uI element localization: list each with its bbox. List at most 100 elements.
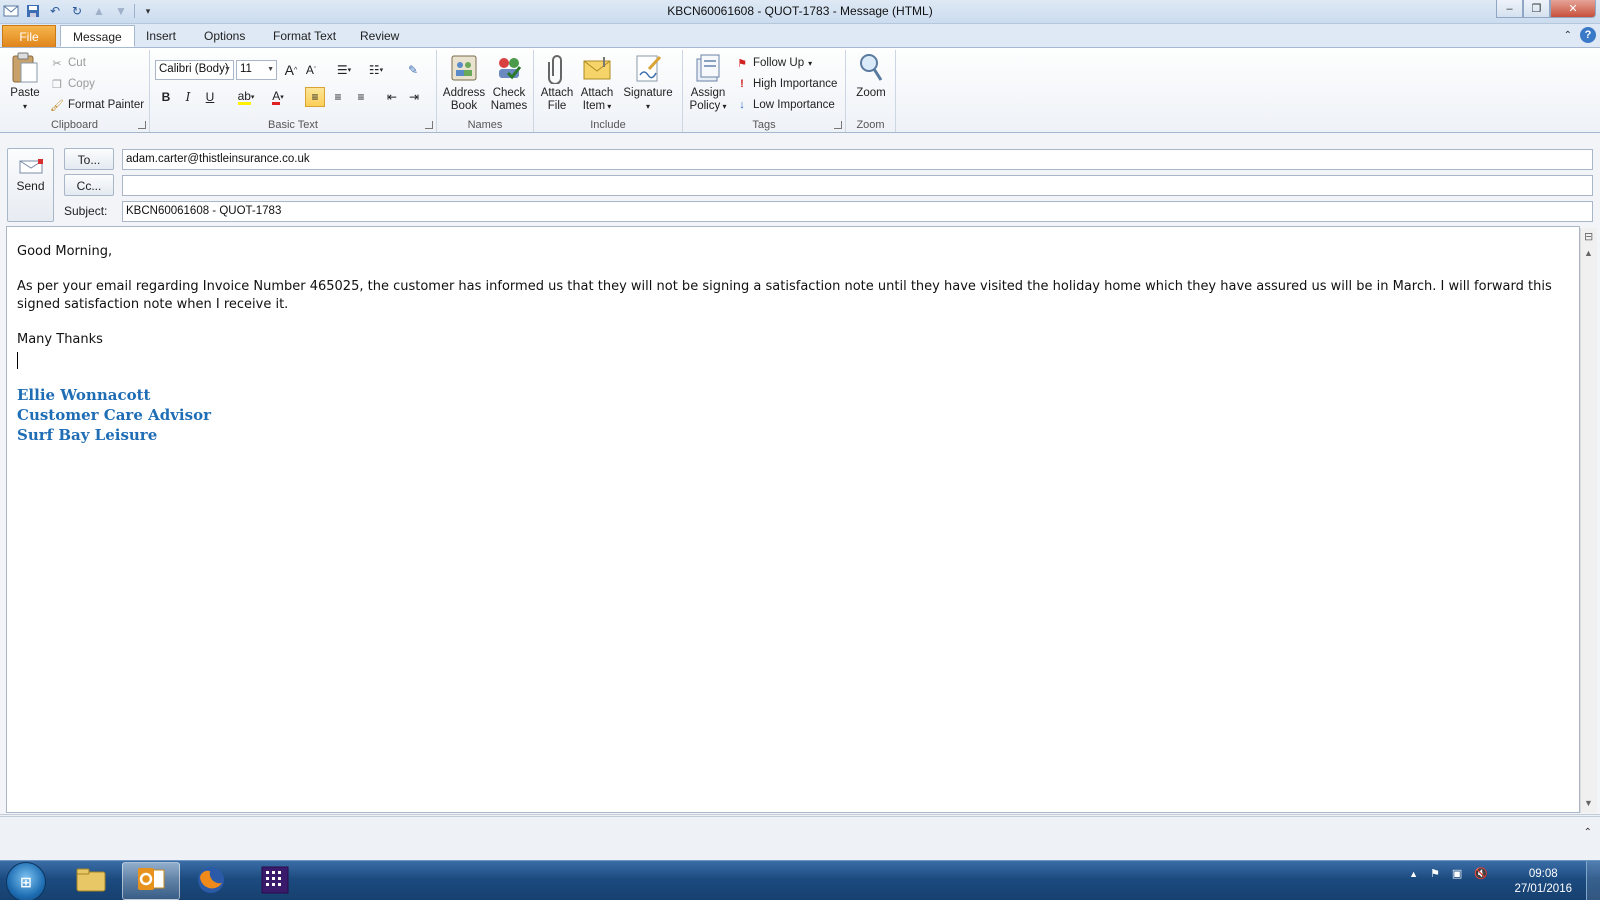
network-icon[interactable]: ▣	[1452, 867, 1462, 880]
chevron-down-icon: ▼	[224, 66, 231, 73]
font-color-button[interactable]: A ▾	[264, 87, 292, 107]
paste-button[interactable]: Paste ▾	[6, 52, 44, 113]
ruler-toggle-icon[interactable]: ⊟	[1584, 230, 1593, 243]
font-size-combo[interactable]: 11 ▼	[236, 60, 277, 80]
bullet-list-icon: ☰	[336, 63, 348, 77]
send-icon	[18, 159, 44, 175]
font-color-icon: A	[272, 88, 281, 105]
scroll-down-icon[interactable]: ▼	[1584, 798, 1593, 808]
styles-button[interactable]: ✎	[403, 60, 423, 80]
increase-indent-button[interactable]: ⇥	[404, 87, 424, 107]
highlight-button[interactable]: ab ▾	[231, 87, 261, 107]
signature-title: Customer Care Advisor	[17, 406, 211, 424]
align-left-icon: ≡	[311, 90, 319, 104]
low-importance-label: Low Importance	[753, 99, 835, 111]
system-tray: ▲ ⚑ ▣ 🔇	[1409, 867, 1488, 880]
start-button[interactable]: ⊞	[6, 862, 46, 900]
check-names-icon	[493, 52, 525, 84]
help-icon[interactable]: ?	[1580, 27, 1596, 43]
address-book-button[interactable]: Address Book	[442, 52, 486, 113]
send-label: Send	[16, 179, 45, 193]
tab-review[interactable]: Review	[348, 25, 411, 47]
assign-policy-button[interactable]: Assign Policy ▾	[686, 52, 730, 113]
send-button[interactable]: Send	[7, 148, 54, 222]
show-desktop-button[interactable]	[1586, 861, 1600, 900]
taskbar-app[interactable]	[246, 862, 304, 900]
bullets-button[interactable]: ☰ ▾	[330, 60, 358, 80]
decrease-indent-button[interactable]: ⇤	[382, 87, 402, 107]
to-button[interactable]: To...	[64, 148, 114, 170]
volume-muted-icon[interactable]: 🔇	[1474, 867, 1488, 880]
grow-font-button[interactable]: A ^	[281, 60, 301, 80]
numbered-list-icon: ☷	[368, 63, 380, 77]
numbering-button[interactable]: ☷ ▾	[362, 60, 390, 80]
minimize-button[interactable]: –	[1496, 0, 1523, 18]
basic-text-group-label: Basic Text	[268, 119, 318, 131]
zoom-button[interactable]: Zoom	[849, 52, 893, 100]
follow-up-label: Follow Up	[753, 57, 805, 69]
tab-options[interactable]: Options	[192, 25, 257, 47]
tab-format-text[interactable]: Format Text	[261, 25, 348, 47]
address-book-label-1: Address	[442, 87, 486, 99]
check-names-button[interactable]: Check Names	[487, 52, 531, 113]
subject-label: Subject:	[64, 204, 108, 218]
underline-button[interactable]: U	[200, 87, 220, 107]
scroll-up-icon[interactable]: ▲	[1584, 248, 1593, 258]
clipboard-dialog-launcher[interactable]	[138, 121, 146, 129]
grid-app-icon	[260, 865, 290, 898]
close-button[interactable]: ✕	[1550, 0, 1596, 18]
align-right-button[interactable]: ≡	[351, 87, 371, 107]
restore-button[interactable]: ❐	[1523, 0, 1550, 18]
clipboard-group: Paste ▾ ✂ Cut ❐ Copy 🖌 Format Painter Cli…	[0, 50, 150, 132]
tags-dialog-launcher[interactable]	[834, 121, 842, 129]
taskbar-firefox[interactable]	[182, 862, 240, 900]
format-painter-button[interactable]: 🖌 Format Painter	[50, 98, 144, 112]
signature-name: Ellie Wonnacott	[17, 386, 151, 404]
follow-up-button[interactable]: ⚑ Follow Up ▾	[735, 56, 812, 70]
policy-icon	[692, 52, 724, 84]
magnifier-icon	[855, 52, 887, 84]
basic-text-dialog-launcher[interactable]	[425, 121, 433, 129]
zoom-group-label: Zoom	[856, 119, 885, 131]
bold-button[interactable]: B	[156, 87, 176, 107]
to-field[interactable]: adam.carter@thistleinsurance.co.uk	[122, 149, 1593, 170]
attach-item-button[interactable]: Attach Item ▾	[577, 52, 617, 113]
copy-button[interactable]: ❐ Copy	[50, 77, 95, 91]
window-controls: – ❐ ✕	[1496, 0, 1596, 18]
subject-field[interactable]: KBCN60061608 - QUOT-1783	[122, 201, 1593, 222]
tab-file[interactable]: File	[2, 25, 56, 47]
cc-button[interactable]: Cc...	[64, 174, 114, 196]
arrow-down-icon: ↓	[739, 99, 745, 111]
align-center-button[interactable]: ≡	[328, 87, 348, 107]
basic-text-group: Calibri (Body) ▼ 11 ▼ A ^ Aˇ ☰ ▾ ☷ ▾ ✎ B I …	[150, 50, 437, 132]
shrink-font-button[interactable]: Aˇ	[301, 60, 321, 80]
taskbar-clock[interactable]: 09:08 27/01/2016	[1514, 867, 1572, 897]
attach-file-button[interactable]: Attach File	[538, 52, 576, 113]
signature-label: Signature	[623, 87, 673, 99]
high-importance-button[interactable]: ! High Importance	[735, 77, 837, 91]
cut-button[interactable]: ✂ Cut	[50, 56, 86, 70]
italic-button[interactable]: I	[178, 87, 198, 107]
envelope-attach-icon	[581, 52, 613, 84]
signature-company: Surf Bay Leisure	[17, 426, 158, 444]
align-right-icon: ≡	[357, 90, 365, 104]
low-importance-button[interactable]: ↓ Low Importance	[735, 98, 835, 112]
cc-field[interactable]	[122, 175, 1593, 196]
show-hidden-icons-icon[interactable]: ▲	[1409, 869, 1418, 879]
tab-message[interactable]: Message	[60, 25, 135, 47]
taskbar-explorer[interactable]	[62, 862, 120, 900]
tab-insert[interactable]: Insert	[134, 25, 188, 47]
vertical-scrollbar[interactable]: ⊟ ▲ ▼	[1580, 228, 1597, 813]
signature-button[interactable]: Signature ▾	[620, 52, 676, 113]
text-caret	[17, 352, 18, 369]
attach-item-label-2: Item	[582, 100, 606, 112]
align-left-button[interactable]: ≡	[305, 87, 325, 107]
minimize-ribbon-icon[interactable]: ⌃	[1564, 30, 1572, 41]
taskbar-outlook[interactable]	[122, 862, 180, 900]
flag-icon: ⚑	[737, 57, 747, 70]
expand-people-pane-icon[interactable]: ⌃	[1584, 827, 1592, 838]
exclamation-icon: !	[740, 78, 744, 90]
action-center-flag-icon[interactable]: ⚑	[1430, 867, 1440, 880]
font-name-combo[interactable]: Calibri (Body) ▼	[155, 60, 234, 80]
signature-icon	[632, 52, 664, 84]
